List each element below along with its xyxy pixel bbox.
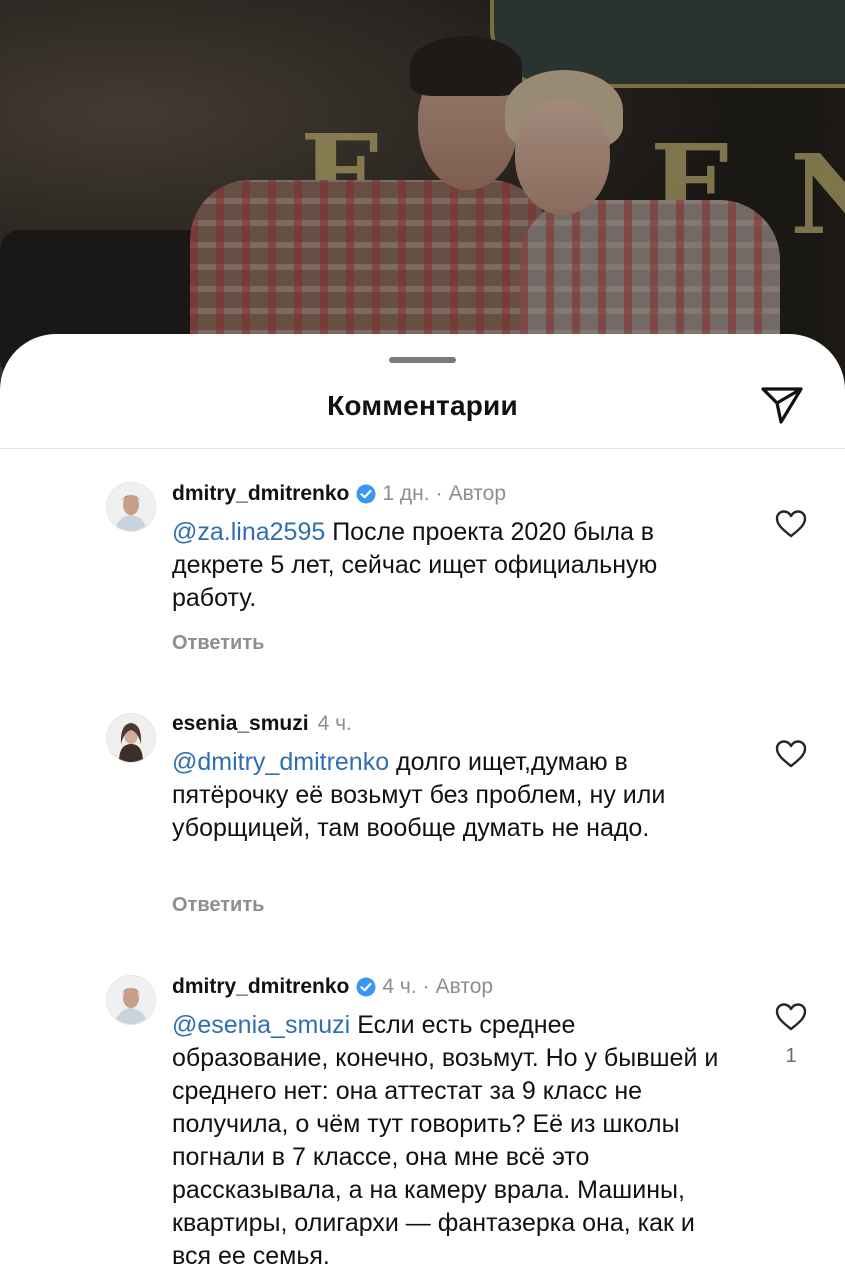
avatar[interactable]: [106, 713, 156, 763]
mention-link[interactable]: @dmitry_dmitrenko: [172, 748, 389, 776]
comment-time: 1 дн.: [382, 482, 430, 505]
sheet-title: Комментарии: [327, 390, 518, 421]
comment-time: 4 ч.: [382, 975, 417, 998]
post-photo-background: E E N: [0, 0, 845, 380]
verified-badge-icon: [356, 977, 376, 997]
avatar-image: [107, 483, 155, 531]
meta-separator: ·: [422, 975, 430, 998]
like-count: 1: [785, 1045, 797, 1067]
meta-separator: ·: [435, 482, 443, 505]
comment-meta: dmitry_dmitrenko 1 дн. · Автор: [172, 482, 506, 506]
paper-plane-icon: [761, 387, 803, 424]
comment-text: @dmitry_dmitrenko долго ищет,думаю в пят…: [172, 746, 732, 845]
heart-outline-icon: [775, 510, 807, 538]
reply-button[interactable]: Ответить: [172, 632, 264, 655]
comment-body-text: Если есть среднее образование, конечно, …: [172, 1011, 719, 1270]
avatar[interactable]: [106, 975, 156, 1025]
comment-meta: dmitry_dmitrenko 4 ч. · Автор: [172, 975, 493, 999]
avatar-image: [107, 976, 155, 1024]
heart-outline-icon: [775, 740, 807, 768]
comment-text: @esenia_smuzi Если есть среднее образова…: [172, 1009, 732, 1273]
mention-link[interactable]: @esenia_smuzi: [172, 1011, 350, 1039]
avatar-image: [107, 714, 155, 762]
comment-meta: esenia_smuzi 4 ч.: [172, 712, 352, 736]
share-button[interactable]: [757, 382, 807, 428]
sheet-grabber-handle[interactable]: [389, 357, 456, 363]
mention-link[interactable]: @za.lina2595: [172, 518, 325, 546]
author-badge: Автор: [435, 975, 494, 998]
verified-badge-icon: [356, 484, 376, 504]
comment-text: @za.lina2595 После проекта 2020 была в д…: [172, 516, 732, 615]
sheet-divider: [0, 448, 845, 449]
comments-sheet: Комментарии dmitry_dmitrenko 1 дн. · Авт…: [0, 334, 845, 1280]
comment-username[interactable]: dmitry_dmitrenko: [172, 975, 349, 999]
avatar[interactable]: [106, 482, 156, 532]
like-button[interactable]: [774, 508, 808, 540]
author-badge: Автор: [448, 482, 507, 505]
comment-username[interactable]: esenia_smuzi: [172, 712, 309, 736]
like-button[interactable]: [774, 738, 808, 770]
comment-username[interactable]: dmitry_dmitrenko: [172, 482, 349, 506]
like-button[interactable]: [774, 1001, 808, 1033]
comment-time: 4 ч.: [317, 712, 352, 735]
heart-outline-icon: [775, 1003, 807, 1031]
reply-button[interactable]: Ответить: [172, 894, 264, 917]
